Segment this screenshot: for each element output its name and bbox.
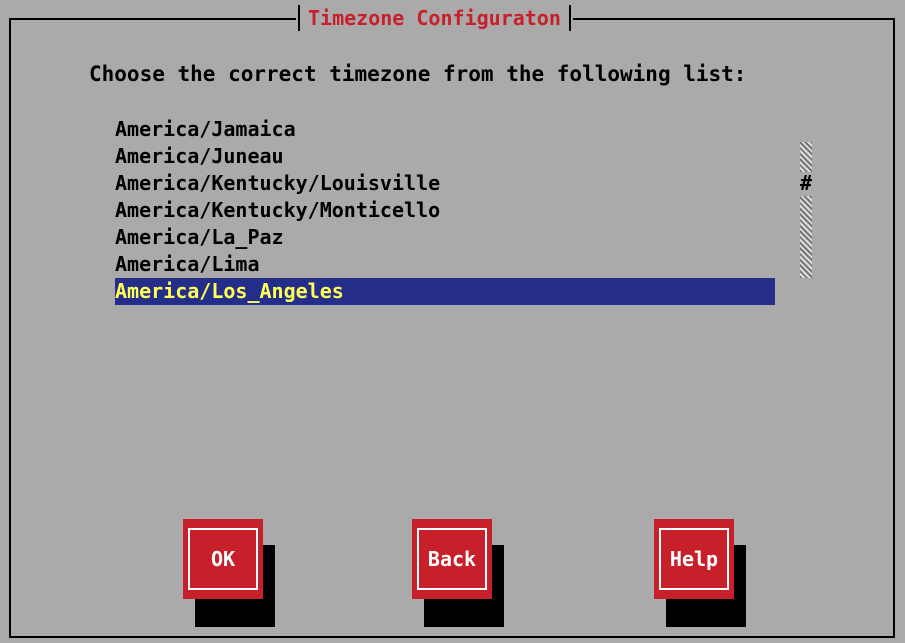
title-right-bracket — [568, 5, 571, 31]
scrollbar-track-upper[interactable] — [800, 142, 812, 172]
dialog-title: Timezone Configuraton — [308, 6, 561, 30]
ok-button-label: OK — [188, 528, 258, 590]
instruction-text: Choose the correct timezone from the fol… — [89, 62, 747, 86]
list-item[interactable]: America/Jamaica — [115, 116, 775, 143]
list-item-selected[interactable]: America/Los_Angeles — [115, 278, 775, 305]
timezone-list[interactable]: America/Jamaica America/Juneau America/K… — [115, 116, 775, 305]
back-button-label: Back — [417, 528, 487, 590]
list-item[interactable]: America/La_Paz — [115, 224, 775, 251]
ok-button[interactable]: OK — [183, 519, 263, 599]
list-item[interactable]: America/Juneau — [115, 143, 775, 170]
list-item[interactable]: America/Kentucky/Monticello — [115, 197, 775, 224]
help-button[interactable]: Help — [654, 519, 734, 599]
scrollbar-track-lower[interactable] — [800, 196, 812, 278]
help-button-label: Help — [659, 528, 729, 590]
scrollbar-thumb[interactable]: # — [798, 173, 814, 193]
list-scrollbar[interactable]: # — [798, 142, 814, 278]
back-button[interactable]: Back — [412, 519, 492, 599]
dialog-title-bar: Timezone Configuraton — [296, 4, 573, 32]
list-item[interactable]: America/Kentucky/Louisville — [115, 170, 775, 197]
list-item[interactable]: America/Lima — [115, 251, 775, 278]
